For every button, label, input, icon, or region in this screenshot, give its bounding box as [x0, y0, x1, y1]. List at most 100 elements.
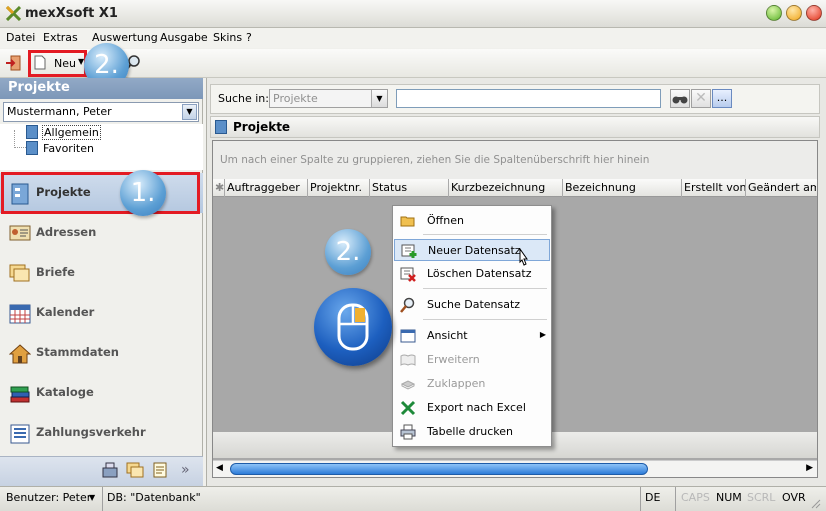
menu-datei[interactable]: Datei — [6, 31, 35, 44]
sidebar-item-kalender[interactable]: Kalender — [0, 293, 203, 333]
menu-item-export-excel[interactable]: Export nach Excel — [394, 397, 550, 419]
menu-separator — [423, 319, 547, 320]
chevron-right-icon[interactable]: » — [181, 462, 190, 478]
menu-item-label: Zuklappen — [427, 377, 486, 390]
menu-item-tabelle-drucken[interactable]: Tabelle drucken — [394, 421, 550, 443]
close-button[interactable] — [806, 5, 822, 21]
clear-search-icon[interactable]: ✕ — [691, 89, 711, 108]
sidebar-header: Projekte — [0, 78, 203, 99]
dropdown-arrow-icon[interactable]: ▼ — [182, 104, 197, 120]
column-header-kurzbezeichnung[interactable]: Kurzbezeichnung — [451, 181, 545, 194]
sidebar-item-label: Adressen — [36, 225, 97, 239]
status-ovr: OVR — [782, 491, 806, 504]
dropdown-arrow-icon[interactable]: ▼ — [371, 90, 387, 107]
cash-register-icon[interactable] — [101, 461, 119, 479]
scroll-right-icon[interactable]: ▶ — [806, 463, 813, 473]
exit-icon[interactable] — [5, 55, 21, 71]
sidebar-item-zahlungsverkehr[interactable]: Zahlungsverkehr — [0, 413, 203, 453]
menu-item-oeffnen[interactable]: Öffnen — [394, 210, 550, 232]
sidebar-item-label: Kataloge — [36, 385, 94, 399]
status-user: Benutzer: Peter — [6, 491, 92, 504]
status-divider — [640, 487, 641, 511]
sidebar-item-label: Kalender — [36, 305, 95, 319]
search-input[interactable] — [396, 89, 661, 108]
maximize-button[interactable] — [786, 5, 802, 21]
excel-icon — [400, 400, 416, 416]
scroll-thumb[interactable] — [230, 463, 648, 475]
letters-small-icon[interactable] — [126, 461, 144, 479]
search-in-label: Suche in: — [218, 92, 269, 105]
menu-auswertung[interactable]: Auswertung — [92, 31, 158, 44]
column-header-geaendert-am[interactable]: Geändert am — [748, 181, 816, 194]
status-divider — [675, 487, 676, 511]
column-divider — [681, 179, 682, 197]
minimize-button[interactable] — [766, 5, 782, 21]
row-indicator-icon: ✱ — [215, 181, 225, 194]
search-scope-select[interactable]: Projekte ▼ — [269, 89, 388, 108]
status-num: NUM — [716, 491, 742, 504]
sidebar-item-kataloge[interactable]: Kataloge — [0, 373, 203, 413]
menu-extras[interactable]: Extras — [43, 31, 78, 44]
horizontal-scrollbar[interactable]: ◀ ▶ — [213, 460, 817, 477]
house-icon — [8, 343, 32, 364]
add-record-icon — [401, 243, 417, 259]
column-divider — [745, 179, 746, 197]
status-scrl: SCRL — [747, 491, 776, 504]
column-divider — [562, 179, 563, 197]
new-document-icon — [34, 55, 46, 70]
expand-book-icon — [400, 352, 416, 368]
calendar-icon — [9, 303, 31, 324]
sidebar-item-label: Stammdaten — [36, 345, 119, 359]
mouse-cursor-icon — [516, 247, 530, 270]
collapse-book-icon — [400, 376, 416, 392]
tree-item-favoriten[interactable]: Favoriten — [26, 141, 106, 157]
printer-icon — [400, 424, 416, 440]
sidebar-item-adressen[interactable]: Adressen — [0, 213, 203, 253]
menu-separator — [423, 234, 547, 235]
context-menu: Öffnen Neuer Datensatz Löschen Datensatz… — [392, 205, 552, 447]
column-header-status[interactable]: Status — [372, 181, 407, 194]
notes-icon[interactable] — [151, 461, 169, 479]
folder-icon — [26, 125, 38, 139]
column-header-auftraggeber[interactable]: Auftraggeber — [227, 181, 300, 194]
menu-item-label: Öffnen — [427, 214, 464, 227]
user-select[interactable]: Mustermann, Peter ▼ — [3, 102, 199, 122]
tree-item-label: Favoriten — [43, 142, 94, 155]
folder-icon — [26, 141, 38, 155]
search-icon — [400, 297, 416, 313]
status-database: DB: "Datenbank" — [107, 491, 201, 504]
column-header-erstellt-von[interactable]: Erstellt von — [684, 181, 746, 194]
resize-grip-icon[interactable] — [809, 497, 821, 509]
group-hint: Um nach einer Spalte zu gruppieren, zieh… — [220, 154, 650, 166]
status-divider — [102, 487, 103, 511]
new-button[interactable]: Neu ▼ — [34, 55, 84, 72]
user-select-value: Mustermann, Peter — [7, 105, 112, 118]
right-click-mouse-icon — [314, 288, 392, 366]
menu-item-erweitern: Erweitern — [394, 349, 550, 371]
tree-item-allgemein[interactable]: Allgemein — [26, 125, 106, 141]
user-dropdown-icon[interactable]: ▼ — [89, 493, 95, 502]
payment-list-icon — [9, 423, 31, 444]
binoculars-icon[interactable] — [670, 89, 690, 108]
scroll-left-icon[interactable]: ◀ — [216, 463, 223, 473]
books-icon — [9, 383, 31, 403]
column-header-projektnr[interactable]: Projektnr. — [310, 181, 362, 194]
column-header-bezeichnung[interactable]: Bezeichnung — [565, 181, 636, 194]
column-divider — [369, 179, 370, 197]
projekte-highlight — [1, 172, 200, 214]
group-by-area[interactable]: Um nach einer Spalte zu gruppieren, zieh… — [213, 141, 817, 179]
more-options-button[interactable]: ... — [712, 89, 732, 108]
menu-item-label: Ansicht — [427, 329, 468, 342]
sidebar-item-briefe[interactable]: Briefe — [0, 253, 203, 293]
menu-ausgabe[interactable]: Ausgabe — [160, 31, 208, 44]
column-divider — [224, 179, 225, 197]
sidebar-item-stammdaten[interactable]: Stammdaten — [0, 333, 203, 373]
menu-item-ansicht[interactable]: Ansicht ▶ — [394, 325, 550, 347]
menu-help[interactable]: ? — [246, 31, 252, 44]
status-bar: Benutzer: Peter ▼ DB: "Datenbank" DE CAP… — [0, 486, 826, 511]
menu-skins[interactable]: Skins — [213, 31, 242, 44]
sidebar-item-label: Zahlungsverkehr — [36, 425, 146, 439]
menu-item-suche-datensatz[interactable]: Suche Datensatz — [394, 294, 550, 316]
new-button-label: Neu — [54, 57, 76, 70]
menu-item-label: Tabelle drucken — [427, 425, 514, 438]
